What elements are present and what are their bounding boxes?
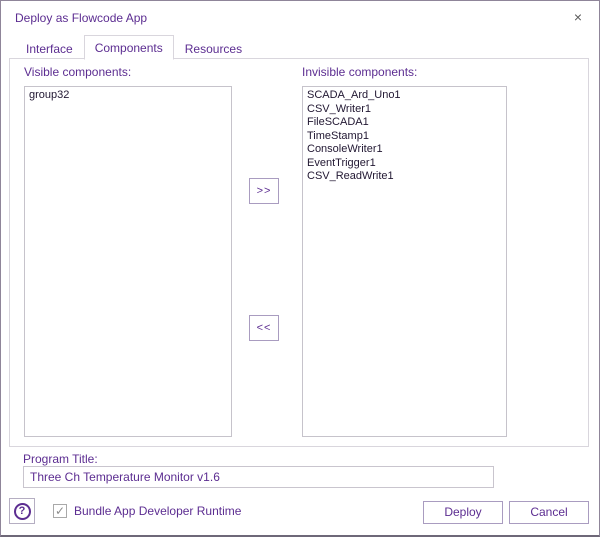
- list-item[interactable]: TimeStamp1: [307, 130, 506, 144]
- help-button[interactable]: ?: [9, 498, 35, 524]
- deploy-button[interactable]: Deploy: [423, 501, 503, 524]
- move-to-visible-button[interactable]: <<: [249, 315, 279, 341]
- tab-strip: Interface Components Resources: [9, 36, 253, 59]
- help-icon: ?: [14, 503, 31, 520]
- cancel-button[interactable]: Cancel: [509, 501, 589, 524]
- list-item[interactable]: SCADA_Ard_Uno1: [307, 89, 506, 103]
- list-item[interactable]: CSV_Writer1: [307, 103, 506, 117]
- tab-resources[interactable]: Resources: [174, 37, 253, 60]
- invisible-components-label: Invisible components:: [302, 65, 417, 79]
- move-to-invisible-button[interactable]: >>: [249, 178, 279, 204]
- list-item[interactable]: CSV_ReadWrite1: [307, 170, 506, 184]
- list-item[interactable]: FileSCADA1: [307, 116, 506, 130]
- program-title-label: Program Title:: [23, 452, 98, 466]
- tab-interface[interactable]: Interface: [15, 37, 84, 60]
- bundle-runtime-label: Bundle App Developer Runtime: [74, 504, 241, 518]
- visible-components-label: Visible components:: [24, 65, 131, 79]
- invisible-components-list[interactable]: SCADA_Ard_Uno1CSV_Writer1FileSCADA1TimeS…: [302, 86, 507, 437]
- bundle-runtime-option[interactable]: ✓ Bundle App Developer Runtime: [53, 504, 241, 518]
- program-title-input[interactable]: [23, 466, 494, 488]
- list-item[interactable]: EventTrigger1: [307, 157, 506, 171]
- bundle-runtime-checkbox[interactable]: ✓: [53, 504, 67, 518]
- visible-components-list[interactable]: group32: [24, 86, 232, 437]
- list-item[interactable]: ConsoleWriter1: [307, 143, 506, 157]
- dialog-title: Deploy as Flowcode App: [15, 11, 147, 25]
- close-icon[interactable]: ×: [568, 7, 588, 27]
- deploy-dialog: Deploy as Flowcode App × Interface Compo…: [0, 0, 600, 537]
- list-item[interactable]: group32: [29, 89, 231, 103]
- components-tab-page: Visible components: Invisible components…: [9, 58, 589, 447]
- checkmark-icon: ✓: [55, 504, 65, 518]
- tab-components[interactable]: Components: [84, 35, 174, 60]
